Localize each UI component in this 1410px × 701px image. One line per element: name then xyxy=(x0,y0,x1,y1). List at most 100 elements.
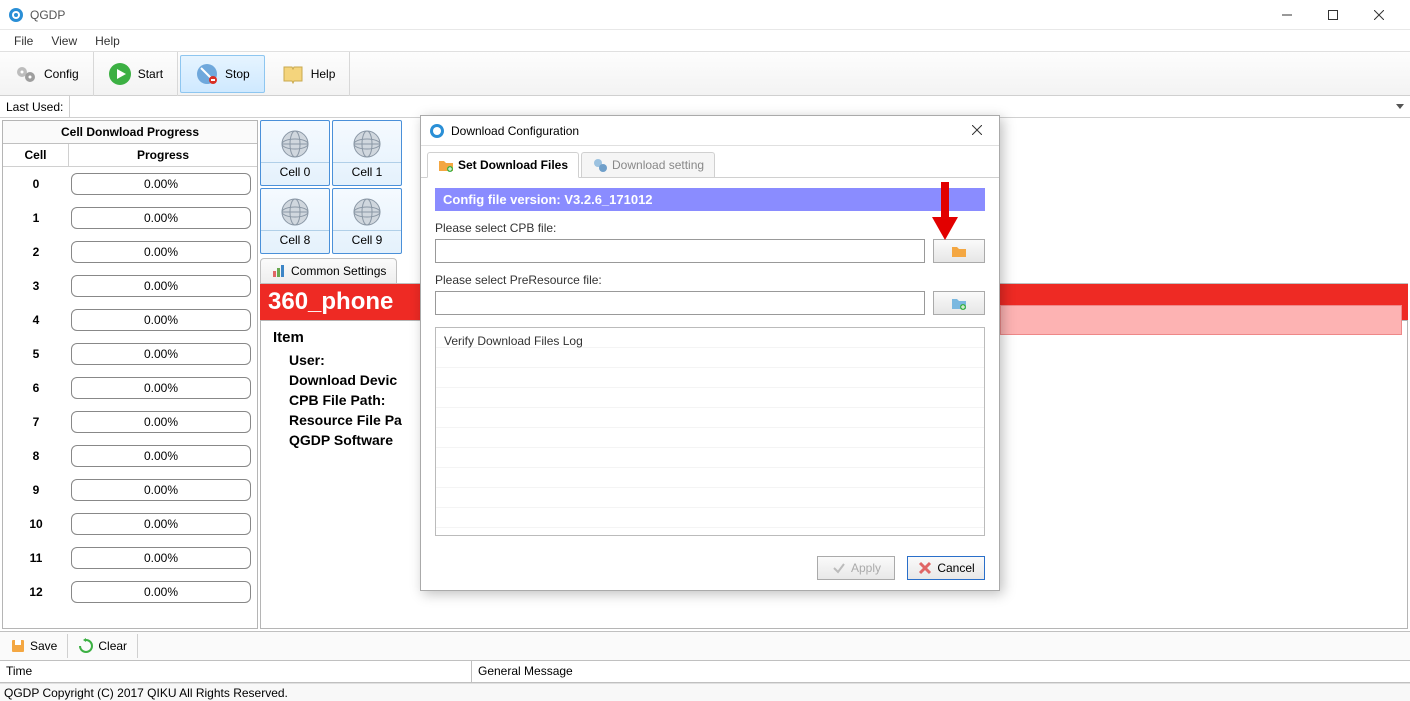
dialog-tabs: Set Download Files Download setting xyxy=(421,146,999,178)
preresource-file-input[interactable] xyxy=(435,291,925,315)
cell-progress-body[interactable]: 00.00%10.00%20.00%30.00%40.00%50.00%60.0… xyxy=(3,167,257,628)
cell-index: 6 xyxy=(3,381,69,395)
browse-preresource-button[interactable] xyxy=(933,291,985,315)
tab-set-download-files[interactable]: Set Download Files xyxy=(427,152,579,178)
progress-box: 0.00% xyxy=(71,343,251,365)
cell-box[interactable]: Cell 8 xyxy=(260,188,330,254)
preresource-label: Please select PreResource file: xyxy=(435,273,985,287)
col-cell: Cell xyxy=(3,144,69,166)
cell-box[interactable]: Cell 9 xyxy=(332,188,402,254)
cancel-button[interactable]: Cancel xyxy=(907,556,985,580)
clear-label: Clear xyxy=(98,639,127,653)
cell-index: 10 xyxy=(3,517,69,531)
cpb-file-input[interactable] xyxy=(435,239,925,263)
lastused-combo[interactable] xyxy=(70,96,1410,117)
cell-label: Cell 0 xyxy=(261,162,329,179)
tab-common-label: Common Settings xyxy=(291,264,386,278)
menu-help[interactable]: Help xyxy=(87,32,128,50)
progress-row: 60.00% xyxy=(3,371,257,405)
progress-row: 120.00% xyxy=(3,575,257,609)
menu-view[interactable]: View xyxy=(43,32,85,50)
refresh-icon xyxy=(78,638,94,654)
toolbar: Config Start Stop Help xyxy=(0,52,1410,96)
cell-label: Cell 8 xyxy=(261,230,329,247)
tab-download-setting[interactable]: Download setting xyxy=(581,152,715,177)
progress-row: 50.00% xyxy=(3,337,257,371)
cell-progress-panel: Cell Donwload Progress Cell Progress 00.… xyxy=(2,120,258,629)
download-config-dialog: Download Configuration Set Download File… xyxy=(420,115,1000,591)
cell-box[interactable]: Cell 1 xyxy=(332,120,402,186)
progress-box: 0.00% xyxy=(71,275,251,297)
browse-cpb-button[interactable] xyxy=(933,239,985,263)
lastused-label: Last Used: xyxy=(0,96,70,117)
stop-button[interactable]: Stop xyxy=(180,55,265,93)
help-button[interactable]: Help xyxy=(267,52,351,96)
status-strip xyxy=(1000,305,1402,335)
clear-button[interactable]: Clear xyxy=(68,634,138,658)
progress-row: 30.00% xyxy=(3,269,257,303)
progress-row: 20.00% xyxy=(3,235,257,269)
folder-add-icon xyxy=(951,295,967,311)
folder-plus-icon xyxy=(438,157,454,173)
copyright-text: QGDP Copyright (C) 2017 QIKU All Rights … xyxy=(4,686,288,700)
check-icon xyxy=(831,560,847,576)
cell-index: 1 xyxy=(3,211,69,225)
progress-box: 0.00% xyxy=(71,309,251,331)
log-header: Verify Download Files Log xyxy=(444,334,583,348)
cpb-label: Please select CPB file: xyxy=(435,221,985,235)
menubar: File View Help xyxy=(0,30,1410,52)
menu-file[interactable]: File xyxy=(6,32,41,50)
book-icon xyxy=(281,62,305,86)
close-button[interactable] xyxy=(1356,0,1402,30)
progress-box: 0.00% xyxy=(71,173,251,195)
tab-common-settings[interactable]: Common Settings xyxy=(260,258,397,283)
start-label: Start xyxy=(138,67,163,81)
cell-index: 9 xyxy=(3,483,69,497)
titlebar: QGDP xyxy=(0,0,1410,30)
dialog-close-button[interactable] xyxy=(963,124,991,138)
cancel-icon xyxy=(917,560,933,576)
config-label: Config xyxy=(44,67,79,81)
progress-box: 0.00% xyxy=(71,479,251,501)
progress-box: 0.00% xyxy=(71,445,251,467)
gears-icon xyxy=(14,62,38,86)
maximize-button[interactable] xyxy=(1310,0,1356,30)
cell-progress-header: Cell Progress xyxy=(3,144,257,167)
start-button[interactable]: Start xyxy=(94,52,178,96)
dialog-title: Download Configuration xyxy=(451,124,963,138)
app-icon xyxy=(8,7,24,23)
config-version-bar: Config file version: V3.2.6_171012 xyxy=(435,188,985,211)
help-label: Help xyxy=(311,67,336,81)
cell-index: 0 xyxy=(3,177,69,191)
cell-index: 11 xyxy=(3,551,69,565)
cell-index: 8 xyxy=(3,449,69,463)
progress-box: 0.00% xyxy=(71,581,251,603)
cell-label: Cell 9 xyxy=(333,230,401,247)
gear-icon xyxy=(592,157,608,173)
globe-icon xyxy=(279,128,311,160)
progress-row: 10.00% xyxy=(3,201,257,235)
play-icon xyxy=(108,62,132,86)
cell-index: 4 xyxy=(3,313,69,327)
progress-box: 0.00% xyxy=(71,547,251,569)
dialog-titlebar: Download Configuration xyxy=(421,116,999,146)
progress-box: 0.00% xyxy=(71,513,251,535)
window-title: QGDP xyxy=(30,8,1264,22)
config-button[interactable]: Config xyxy=(0,52,94,96)
minimize-button[interactable] xyxy=(1264,0,1310,30)
cell-index: 7 xyxy=(3,415,69,429)
apply-button[interactable]: Apply xyxy=(817,556,895,580)
apply-label: Apply xyxy=(851,561,881,575)
progress-box: 0.00% xyxy=(71,207,251,229)
log-grid-header: Time General Message xyxy=(0,661,1410,683)
stop-label: Stop xyxy=(225,67,250,81)
save-label: Save xyxy=(30,639,57,653)
statusbar: QGDP Copyright (C) 2017 QIKU All Rights … xyxy=(0,683,1410,701)
cell-index: 2 xyxy=(3,245,69,259)
progress-row: 100.00% xyxy=(3,507,257,541)
verify-log-box: Verify Download Files Log xyxy=(435,327,985,536)
cell-box[interactable]: Cell 0 xyxy=(260,120,330,186)
progress-row: 40.00% xyxy=(3,303,257,337)
save-button[interactable]: Save xyxy=(0,634,68,658)
col-message: General Message xyxy=(472,661,1410,682)
